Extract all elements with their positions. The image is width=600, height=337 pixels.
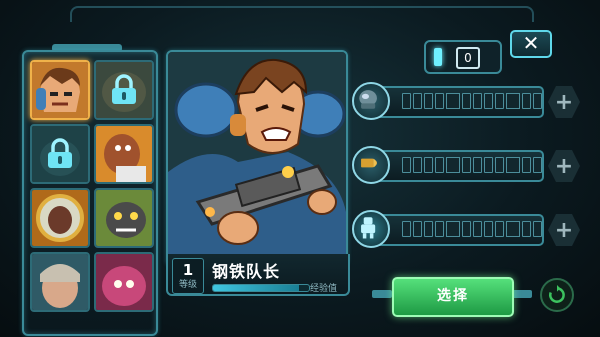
button-connector-left <box>372 290 392 298</box>
upgrade-segment <box>522 157 531 173</box>
upgrade-segment <box>484 157 493 173</box>
upgrade-segment <box>495 93 504 109</box>
upgrade-segment <box>402 93 411 109</box>
xp-progress-bar <box>212 284 310 292</box>
upgrade-segment <box>462 221 471 237</box>
upgrade-segment <box>533 93 542 109</box>
upgrade-segment <box>484 221 493 237</box>
upgrade-segment <box>473 157 482 173</box>
hero-slot-rocket[interactable] <box>94 188 154 248</box>
locked-overlay <box>96 62 152 118</box>
hero-slot-mutant[interactable] <box>94 252 154 312</box>
upgrade-segment <box>495 221 504 237</box>
xp-progress-fill <box>213 285 300 291</box>
xp-label: 经验值 <box>310 284 338 294</box>
upgrade-segment <box>446 221 460 237</box>
hero-level-value: 1 <box>182 261 194 279</box>
level-box: 1 等级 <box>172 258 204 294</box>
upgrade-segments <box>402 157 542 173</box>
mutant-portrait-icon <box>96 254 152 310</box>
button-connector-right <box>512 290 532 298</box>
diver-portrait-icon <box>32 190 88 246</box>
upgrade-segment <box>424 93 433 109</box>
tab-value: 0 <box>456 47 480 69</box>
upgrade-segment <box>435 93 444 109</box>
select-button[interactable]: 选择 <box>392 277 514 317</box>
upgrade-segment <box>402 221 411 237</box>
upgrade-mech-plus-button[interactable]: + <box>548 214 580 246</box>
refresh-icon <box>549 285 565 303</box>
rocket-portrait-icon <box>96 190 152 246</box>
captain-hero-illustration <box>168 52 346 264</box>
upgrade-segment <box>413 221 422 237</box>
upgrade-segment <box>435 157 444 173</box>
hero-level-label: 等级 <box>178 280 197 290</box>
upgrade-segment <box>413 93 422 109</box>
upgrade-segment <box>533 157 542 173</box>
captain-portrait-icon <box>32 62 88 118</box>
upgrade-bullet-plus-button[interactable]: + <box>548 150 580 182</box>
upgrade-segment <box>484 93 493 109</box>
scout-portrait-icon <box>32 254 88 310</box>
upgrade-segment <box>473 221 482 237</box>
upgrade-row-armor <box>352 82 544 120</box>
medic-portrait-icon <box>96 126 152 182</box>
upgrade-segment <box>446 157 460 173</box>
hero-portrait-panel <box>166 50 348 266</box>
bullet-icon <box>352 146 390 184</box>
currency-tab[interactable]: 0 <box>424 40 502 74</box>
upgrade-segment <box>506 157 520 173</box>
upgrade-segment <box>522 93 531 109</box>
upgrade-segment <box>435 221 444 237</box>
upgrade-segment <box>522 221 531 237</box>
locked-overlay <box>32 126 88 182</box>
upgrade-segment <box>462 157 471 173</box>
hero-slot-brute[interactable] <box>94 60 154 120</box>
upgrade-segment <box>533 221 542 237</box>
upgrade-segment <box>506 221 520 237</box>
hero-name: 钢铁队长 <box>212 262 281 281</box>
hero-slot-diver[interactable] <box>30 188 90 248</box>
upgrade-segment <box>446 93 460 109</box>
upgrade-armor-plus-button[interactable]: + <box>548 86 580 118</box>
hero-slot-medic[interactable] <box>94 124 154 184</box>
hero-slot-captain[interactable] <box>30 60 90 120</box>
upgrade-segment <box>413 157 422 173</box>
upgrade-segments <box>402 221 542 237</box>
tab-indicator <box>434 48 442 66</box>
upgrade-segment <box>462 93 471 109</box>
hero-slot-tank[interactable] <box>30 124 90 184</box>
mech-robot-icon <box>352 210 390 248</box>
upgrade-segment <box>506 93 520 109</box>
upgrade-segment <box>424 221 433 237</box>
refresh-button[interactable] <box>540 278 574 312</box>
armor-bust-icon <box>352 82 390 120</box>
upgrade-segments <box>402 93 542 109</box>
upgrade-segment <box>402 157 411 173</box>
upgrade-segment <box>495 157 504 173</box>
upgrade-row-mech <box>352 210 544 248</box>
close-button[interactable]: ✕ <box>510 30 552 58</box>
top-frame <box>70 6 534 22</box>
hero-slot-scout[interactable] <box>30 252 90 312</box>
padlock-icon <box>112 74 136 104</box>
upgrade-segment <box>473 93 482 109</box>
close-icon: ✕ <box>522 31 540 55</box>
padlock-icon <box>48 138 72 168</box>
upgrade-segment <box>424 157 433 173</box>
upgrade-row-bullet <box>352 146 544 184</box>
